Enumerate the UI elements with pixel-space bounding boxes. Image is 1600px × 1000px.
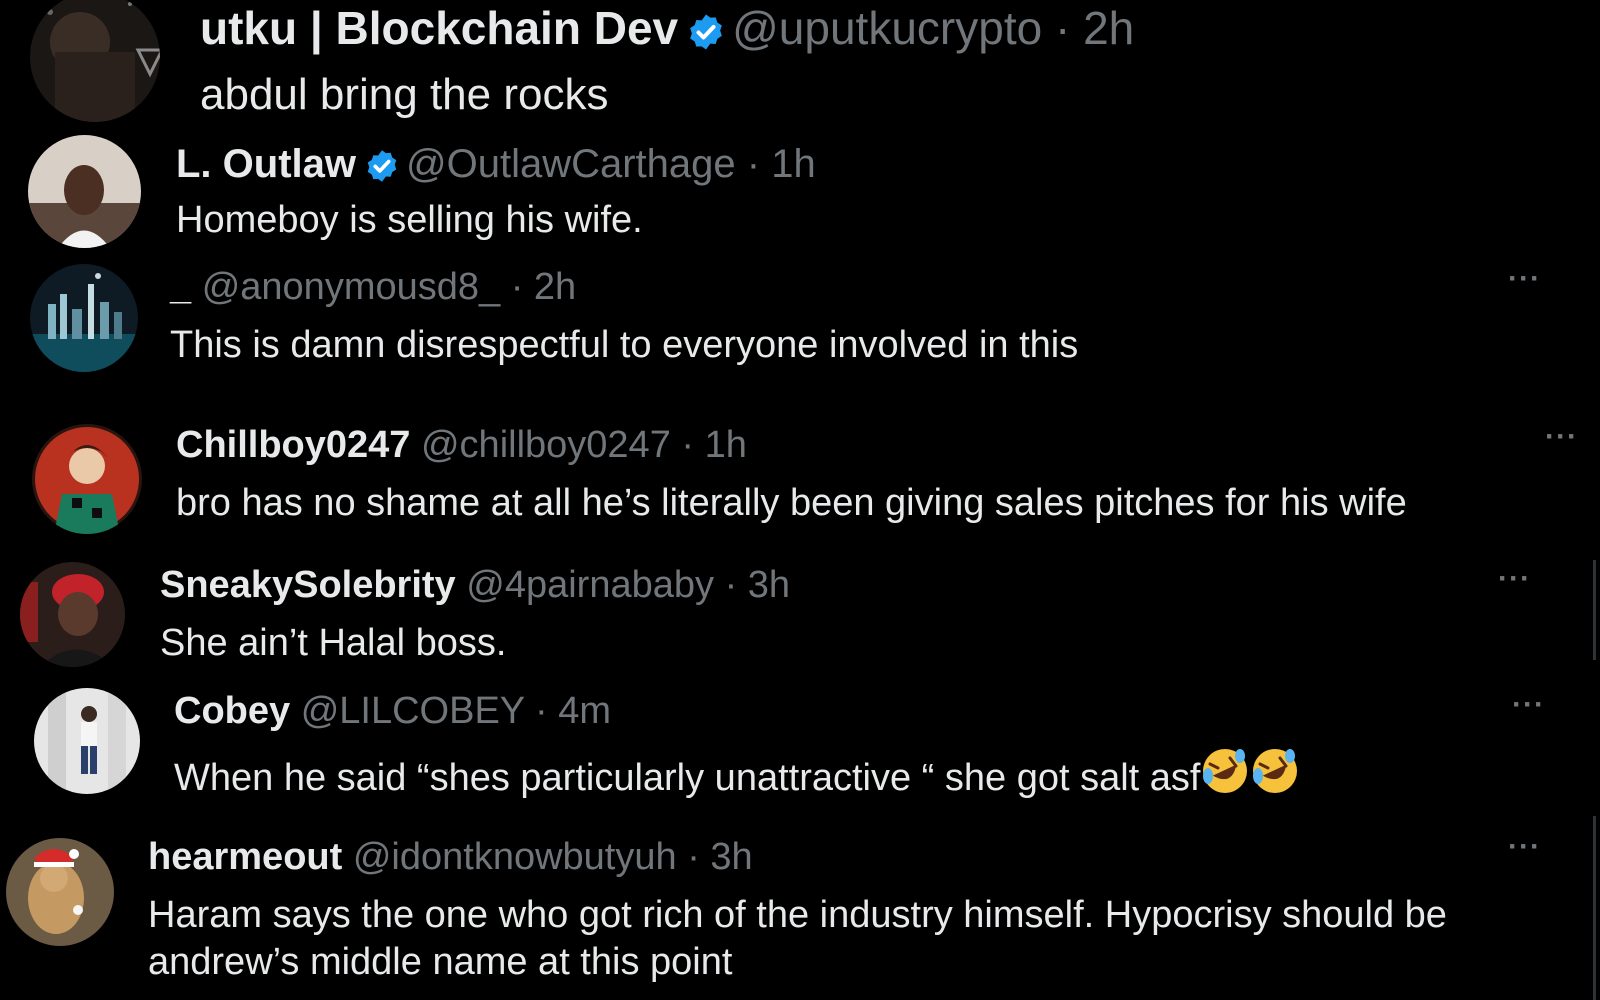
user-handle[interactable]: @chillboy0247 — [421, 424, 671, 466]
reply-content: hearmeout @idontknowbutyuh · 3h Haram sa… — [148, 836, 1560, 987]
avatar-image — [6, 838, 114, 946]
reply-item[interactable]: L. Outlaw @OutlawCarthage · 1h Homeboy is… — [0, 135, 1600, 250]
reply-header: SneakySolebrity @4pairnababy · 3h — [160, 564, 1560, 608]
avatar[interactable] — [30, 0, 160, 122]
separator-dot: · — [535, 690, 548, 732]
avatar[interactable] — [28, 135, 141, 248]
user-handle[interactable]: @anonymousd8_ — [202, 266, 500, 308]
reply-content: SneakySolebrity @4pairnababy · 3h She ai… — [160, 564, 1560, 667]
verified-badge-icon — [364, 148, 400, 184]
separator-dot: · — [724, 564, 738, 606]
display-name[interactable]: SneakySolebrity — [160, 564, 456, 606]
rolling-on-floor-laughing-icon — [1250, 746, 1300, 809]
separator-dot: · — [681, 424, 695, 466]
avatar[interactable] — [32, 424, 142, 534]
timestamp[interactable]: 1h — [771, 142, 816, 186]
more-options-icon[interactable]: ··· — [1512, 688, 1545, 722]
reply-item[interactable]: Cobey @LILCOBEY · 4m When he said “shes … — [0, 684, 1600, 804]
rolling-on-floor-laughing-icon — [1200, 746, 1250, 809]
reply-header: Chillboy0247 @chillboy0247 · 1h — [176, 424, 1560, 468]
avatar-image — [20, 562, 125, 667]
avatar[interactable] — [6, 838, 114, 946]
reply-header: utku | Blockchain Dev @uputkucrypto · 2h — [200, 2, 1560, 55]
timestamp[interactable]: 3h — [748, 564, 790, 606]
user-handle[interactable]: @idontknowbutyuh — [353, 836, 677, 878]
verified-badge-icon — [686, 12, 726, 52]
scrollbar-thumb[interactable] — [1593, 560, 1596, 660]
reply-item[interactable]: SneakySolebrity @4pairnababy · 3h She ai… — [0, 560, 1600, 670]
separator-dot: · — [687, 836, 700, 878]
reply-header: Cobey @LILCOBEY · 4m — [174, 690, 1560, 734]
reply-text: She ain’t Halal boss. — [160, 621, 507, 664]
separator-dot: · — [510, 266, 524, 308]
user-handle[interactable]: @uputkucrypto — [732, 2, 1042, 54]
scrollbar-thumb[interactable] — [1593, 816, 1596, 1000]
display-name[interactable]: _ — [170, 266, 191, 308]
reply-item[interactable]: utku | Blockchain Dev @uputkucrypto · 2h … — [0, 0, 1600, 130]
display-name[interactable]: L. Outlaw — [176, 142, 356, 186]
reply-text: bro has no shame at all he’s literally b… — [176, 481, 1407, 524]
avatar[interactable] — [20, 562, 125, 667]
display-name[interactable]: Chillboy0247 — [176, 424, 410, 466]
reply-text: abdul bring the rocks — [200, 69, 609, 119]
reply-header: _ @anonymousd8_ · 2h — [170, 266, 1560, 310]
reply-text: Haram says the one who got rich of the i… — [148, 893, 1447, 984]
reply-item[interactable]: hearmeout @idontknowbutyuh · 3h Haram sa… — [0, 830, 1600, 1000]
reply-header: hearmeout @idontknowbutyuh · 3h — [148, 836, 1560, 880]
reply-content: _ @anonymousd8_ · 2h This is damn disres… — [170, 266, 1560, 369]
avatar-image — [30, 0, 160, 122]
reply-content: L. Outlaw @OutlawCarthage · 1h Homeboy is… — [176, 141, 1560, 245]
display-name[interactable]: utku | Blockchain Dev — [200, 2, 678, 54]
user-handle[interactable]: @LILCOBEY — [301, 690, 525, 732]
more-options-icon[interactable]: ··· — [1498, 562, 1531, 596]
reply-item[interactable]: Chillboy0247 @chillboy0247 · 1h bro has … — [0, 420, 1600, 540]
timestamp[interactable]: 2h — [1083, 2, 1134, 54]
avatar-image — [32, 424, 142, 534]
timestamp[interactable]: 2h — [534, 266, 576, 308]
timestamp[interactable]: 3h — [710, 836, 752, 878]
user-handle[interactable]: @4pairnababy — [466, 564, 714, 606]
avatar-image — [34, 688, 140, 794]
avatar[interactable] — [30, 264, 138, 372]
avatar[interactable] — [34, 688, 140, 794]
display-name[interactable]: Cobey — [174, 690, 290, 732]
avatar-image — [30, 264, 138, 372]
reply-text: When he said “shes particularly unattrac… — [174, 746, 1560, 809]
reply-content: utku | Blockchain Dev @uputkucrypto · 2h … — [200, 2, 1560, 122]
reply-text: Homeboy is selling his wife. — [176, 199, 643, 241]
separator-dot: · — [746, 142, 761, 186]
reply-header: L. Outlaw @OutlawCarthage · 1h — [176, 141, 1560, 187]
timestamp[interactable]: 4m — [558, 690, 611, 732]
reply-text: This is damn disrespectful to everyone i… — [170, 323, 1079, 366]
user-handle[interactable]: @OutlawCarthage — [406, 142, 736, 186]
reply-item[interactable]: _ @anonymousd8_ · 2h This is damn disres… — [0, 262, 1600, 382]
timestamp[interactable]: 1h — [705, 424, 747, 466]
display-name[interactable]: hearmeout — [148, 836, 342, 878]
separator-dot: · — [1054, 2, 1071, 54]
reply-content: Chillboy0247 @chillboy0247 · 1h bro has … — [176, 424, 1560, 527]
reply-content: Cobey @LILCOBEY · 4m When he said “shes … — [174, 690, 1560, 808]
more-options-icon[interactable]: ··· — [1508, 830, 1541, 864]
reply-text-body: When he said “shes particularly unattrac… — [174, 756, 1201, 799]
avatar-image — [28, 135, 141, 248]
more-options-icon[interactable]: ··· — [1508, 262, 1541, 296]
more-options-icon[interactable]: ··· — [1545, 420, 1578, 454]
